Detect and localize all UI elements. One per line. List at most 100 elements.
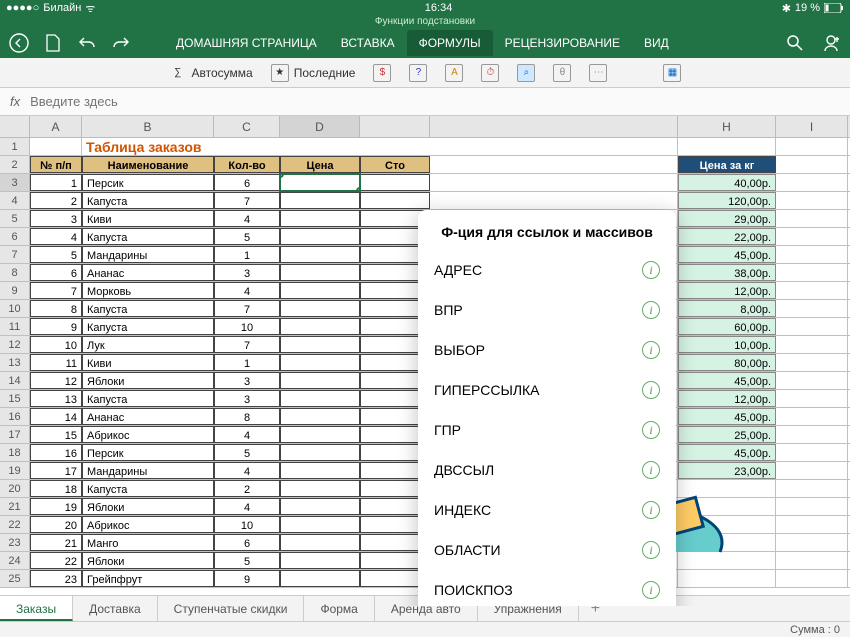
cell-price[interactable] (280, 498, 360, 515)
cell-num[interactable]: 2 (30, 192, 82, 209)
col-header[interactable]: C (214, 116, 280, 137)
cell-qty[interactable]: 6 (214, 174, 280, 191)
row-header[interactable]: 11 (0, 318, 30, 335)
cell-qty[interactable]: 6 (214, 534, 280, 551)
cell-name[interactable]: Капуста (82, 228, 214, 245)
cell[interactable] (678, 516, 776, 533)
header-name[interactable]: Наименование (82, 156, 214, 173)
cell-price[interactable] (280, 228, 360, 245)
row-header[interactable]: 21 (0, 498, 30, 515)
row-header[interactable]: 19 (0, 462, 30, 479)
info-icon[interactable]: i (642, 581, 660, 599)
fn-math-icon[interactable]: θ (553, 64, 571, 82)
cell-unit-price[interactable]: 10,00р. (678, 336, 776, 353)
sheet-tab[interactable]: Форма (304, 596, 374, 621)
share-icon[interactable] (820, 32, 842, 54)
undo-icon[interactable] (76, 32, 98, 54)
cell-price[interactable] (280, 282, 360, 299)
cell[interactable] (430, 174, 678, 191)
cell-name[interactable]: Ананас (82, 408, 214, 425)
cell[interactable] (776, 480, 848, 497)
col-header[interactable]: I (776, 116, 848, 137)
cell[interactable] (776, 246, 848, 263)
cell-price[interactable] (280, 336, 360, 353)
cell-num[interactable]: 19 (30, 498, 82, 515)
cell[interactable] (30, 138, 82, 155)
row-header[interactable]: 25 (0, 570, 30, 587)
sheet-tab[interactable]: Заказы (0, 596, 73, 621)
col-header[interactable]: A (30, 116, 82, 137)
tab-review[interactable]: РЕЦЕНЗИРОВАНИЕ (493, 30, 632, 56)
fn-lookup-icon[interactable]: ⌕ (517, 64, 535, 82)
row-header[interactable]: 24 (0, 552, 30, 569)
cell-price[interactable] (280, 174, 360, 191)
cell-name[interactable]: Киви (82, 354, 214, 371)
cell-unit-price[interactable]: 45,00р. (678, 372, 776, 389)
cell-qty[interactable]: 7 (214, 300, 280, 317)
search-icon[interactable] (784, 32, 806, 54)
cell-num[interactable]: 4 (30, 228, 82, 245)
cell-price[interactable] (280, 210, 360, 227)
cell[interactable] (678, 138, 776, 155)
tab-home[interactable]: ДОМАШНЯЯ СТРАНИЦА (164, 30, 329, 56)
function-item[interactable]: ВПРi (418, 290, 676, 330)
cell[interactable] (776, 300, 848, 317)
function-item[interactable]: ГПРi (418, 410, 676, 450)
cell-unit-price[interactable]: 120,00р. (678, 192, 776, 209)
cell[interactable] (776, 210, 848, 227)
cell[interactable] (776, 282, 848, 299)
row-header[interactable]: 10 (0, 300, 30, 317)
row-header[interactable]: 9 (0, 282, 30, 299)
info-icon[interactable]: i (642, 541, 660, 559)
cell-num[interactable]: 15 (30, 426, 82, 443)
cell-name[interactable]: Абрикос (82, 516, 214, 533)
row-header[interactable]: 3 (0, 174, 30, 191)
cell-unit-price[interactable]: 8,00р. (678, 300, 776, 317)
cell[interactable] (776, 336, 848, 353)
cell-qty[interactable]: 4 (214, 498, 280, 515)
cell-num[interactable]: 5 (30, 246, 82, 263)
cell-num[interactable]: 22 (30, 552, 82, 569)
cell-unit-price[interactable]: 38,00р. (678, 264, 776, 281)
cell-price[interactable] (280, 570, 360, 587)
cell-name[interactable]: Капуста (82, 192, 214, 209)
cell-name[interactable]: Персик (82, 444, 214, 461)
row-header[interactable]: 5 (0, 210, 30, 227)
cell-name[interactable]: Мандарины (82, 462, 214, 479)
cell-qty[interactable]: 3 (214, 264, 280, 281)
header-num[interactable]: № п/п (30, 156, 82, 173)
cell-qty[interactable]: 2 (214, 480, 280, 497)
cell-price[interactable] (280, 516, 360, 533)
cell-unit-price[interactable]: 12,00р. (678, 282, 776, 299)
cell-price[interactable] (280, 390, 360, 407)
row-header[interactable]: 18 (0, 444, 30, 461)
cell[interactable] (678, 570, 776, 587)
autosum-button[interactable]: ∑Автосумма (169, 64, 253, 82)
redo-icon[interactable] (110, 32, 132, 54)
cell[interactable] (678, 552, 776, 569)
cell-qty[interactable]: 7 (214, 336, 280, 353)
info-icon[interactable]: i (642, 341, 660, 359)
function-item[interactable]: ОБЛАСТИi (418, 530, 676, 570)
function-item[interactable]: ГИПЕРССЫЛКАi (418, 370, 676, 410)
info-icon[interactable]: i (642, 301, 660, 319)
sheet-area[interactable]: A B C D H I 1Таблица заказов2№ п/пНаимен… (0, 116, 850, 606)
function-item[interactable]: АДРЕСi (418, 250, 676, 290)
info-icon[interactable]: i (642, 461, 660, 479)
formula-bar[interactable]: fx (0, 88, 850, 116)
cell-unit-price[interactable]: 22,00р. (678, 228, 776, 245)
cell[interactable] (678, 480, 776, 497)
cell-num[interactable]: 20 (30, 516, 82, 533)
row-header[interactable]: 13 (0, 354, 30, 371)
sheet-tab[interactable]: Ступенчатые скидки (158, 596, 305, 621)
fn-financial-icon[interactable]: $ (373, 64, 391, 82)
cell-num[interactable]: 23 (30, 570, 82, 587)
cell-name[interactable]: Яблоки (82, 552, 214, 569)
cell[interactable] (582, 138, 678, 155)
fn-calc-icon[interactable]: ▦ (663, 64, 681, 82)
info-icon[interactable]: i (642, 261, 660, 279)
cell-num[interactable]: 12 (30, 372, 82, 389)
cell-unit-price[interactable]: 25,00р. (678, 426, 776, 443)
header-cost[interactable]: Сто (360, 156, 430, 173)
tab-formulas[interactable]: ФОРМУЛЫ (407, 30, 493, 56)
